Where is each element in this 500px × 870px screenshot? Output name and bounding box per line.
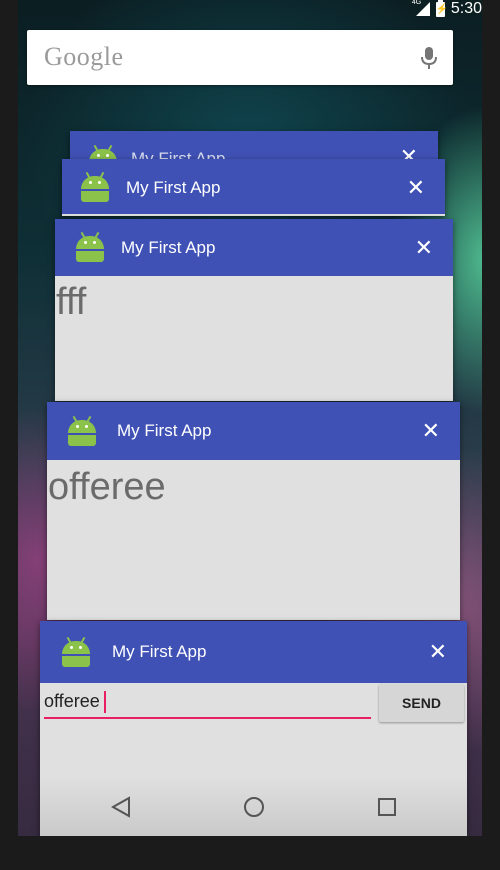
recent-app-card[interactable]: My First App ✕ [62, 159, 445, 216]
card-title: My First App [112, 642, 207, 661]
status-bar: 4G ⚡ 5:30 [18, 0, 482, 22]
android-icon [79, 171, 111, 202]
signal-icon: 4G [411, 0, 430, 16]
close-icon[interactable]: ✕ [429, 621, 447, 683]
card-title: My First App [117, 421, 212, 440]
network-type-label: 4G [411, 0, 422, 6]
android-icon [60, 636, 92, 667]
battery-charging-icon: ⚡ [435, 0, 449, 17]
clock: 5:30 [450, 0, 482, 17]
device-bezel [0, 836, 500, 870]
google-search-bar[interactable]: Google [27, 30, 453, 85]
close-icon[interactable]: ✕ [415, 219, 433, 276]
recent-app-card[interactable]: My First App ✕ offeree [47, 402, 460, 620]
navigation-bar [40, 776, 467, 836]
close-icon[interactable]: ✕ [422, 402, 440, 460]
home-icon[interactable] [224, 776, 284, 836]
back-icon[interactable] [90, 776, 150, 836]
message-input[interactable]: offeree [44, 683, 371, 719]
android-icon [74, 231, 106, 262]
send-button[interactable]: SEND [379, 684, 464, 722]
text-caret [104, 691, 106, 713]
mic-icon[interactable] [419, 46, 439, 70]
recents-icon[interactable] [357, 776, 417, 836]
close-icon[interactable]: ✕ [407, 159, 425, 216]
card-title: My First App [126, 178, 221, 197]
android-icon [66, 415, 98, 446]
message-input-row: offeree SEND [40, 683, 467, 723]
google-logo: Google [44, 42, 124, 71]
recent-app-card[interactable]: My First App ✕ fff [55, 219, 453, 401]
card-content-text: offeree [48, 466, 166, 508]
card-title: My First App [121, 238, 216, 257]
message-input-value: offeree [44, 691, 100, 711]
card-content-text: fff [56, 281, 87, 323]
